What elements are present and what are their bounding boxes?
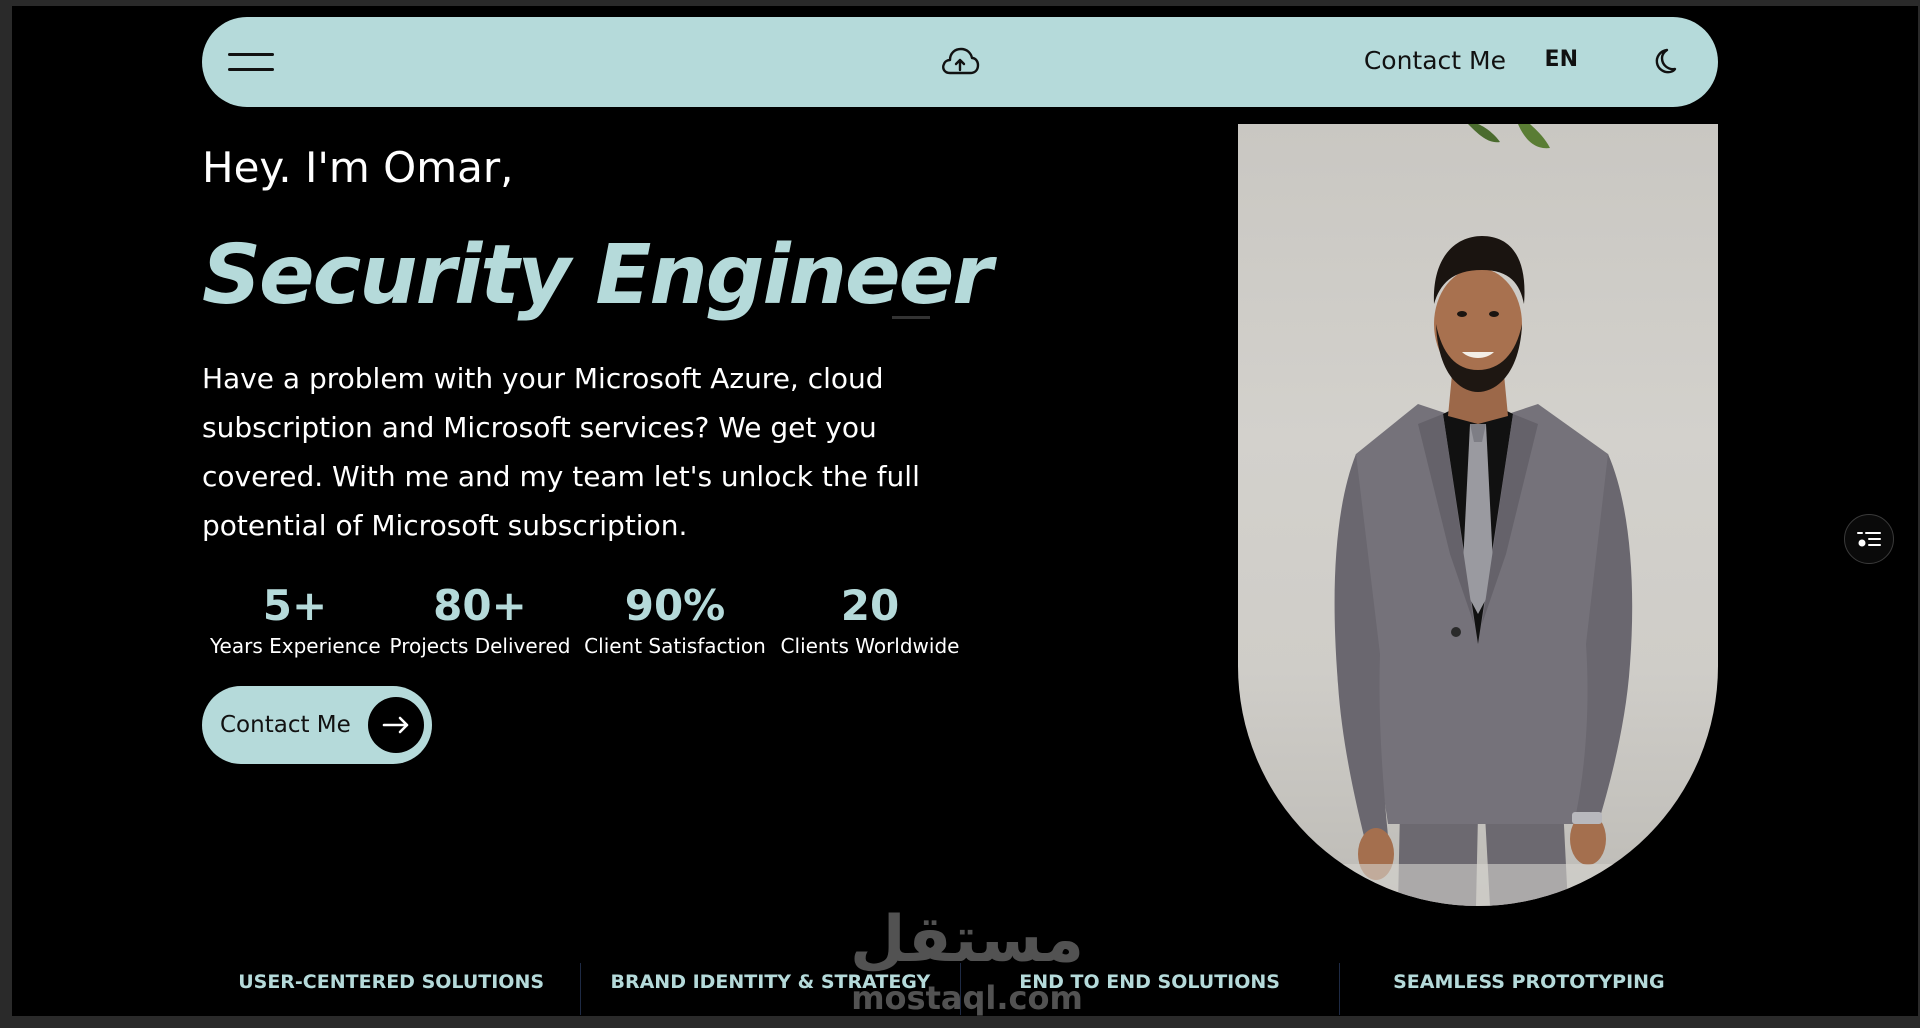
nav-contact-link[interactable]: Contact Me [1364,46,1506,75]
profile-photo [1238,124,1718,906]
stat-years-experience: 5+ Years Experience [210,581,381,661]
stat-label: Client Satisfaction [584,634,766,658]
service-prototyping: SEAMLESS PROTOTYPING [1393,971,1665,993]
hamburger-icon[interactable] [228,53,274,71]
stat-clients-worldwide: 20 Clients Worldwide [770,581,970,661]
stat-label: Projects Delivered [389,634,571,658]
stat-value: 80+ [433,581,527,630]
stat-value: 20 [840,581,900,630]
stat-client-satisfaction: 90% Client Satisfaction [580,581,770,661]
cloud-upload-icon[interactable] [940,43,980,79]
stat-label: Years Experience [210,634,381,658]
stats-row: 5+ Years Experience 80+ Projects Deliver… [210,581,970,661]
typing-caret [892,316,930,319]
hero-greeting: Hey. I'm Omar, [202,143,514,192]
contact-me-button[interactable]: Contact Me [202,686,432,764]
service-user-centered: USER-CENTERED SOLUTIONS [238,971,545,993]
stat-label: Clients Worldwide [780,634,960,658]
moon-icon[interactable] [1648,47,1678,77]
language-toggle[interactable]: EN [1545,47,1578,72]
services-strip: USER-CENTERED SOLUTIONS BRAND IDENTITY &… [202,963,1718,1016]
hero-role-title: Security Engineer [202,228,993,323]
stat-value: 90% [624,581,726,630]
navbar: Contact Me EN [202,17,1718,107]
stat-value: 5+ [262,581,328,630]
stat-projects-delivered: 80+ Projects Delivered [380,581,580,661]
contact-me-button-label: Contact Me [220,712,351,738]
arrow-right-icon [368,697,424,753]
hero-description: Have a problem with your Microsoft Azure… [202,362,920,542]
list-settings-icon[interactable] [1844,514,1894,564]
service-brand-identity: BRAND IDENTITY & STRATEGY [610,971,931,993]
page: Contact Me EN Hey. I'm Omar, Security En… [12,6,1918,1016]
service-end-to-end: END TO END SOLUTIONS [1019,971,1280,993]
